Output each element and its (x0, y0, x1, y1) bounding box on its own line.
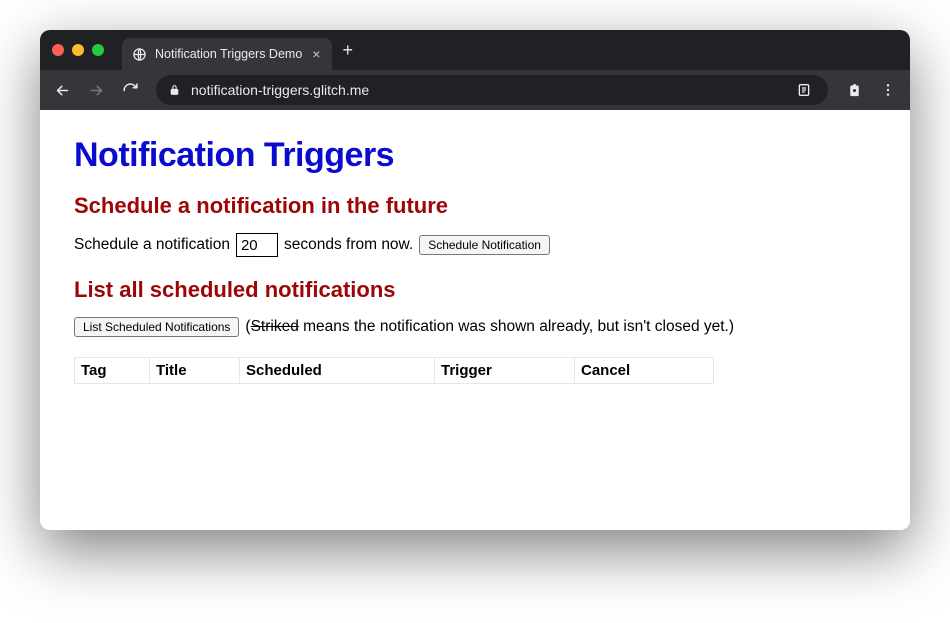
schedule-heading: Schedule a notification in the future (74, 193, 876, 219)
col-scheduled: Scheduled (240, 358, 435, 384)
close-window-button[interactable] (52, 44, 64, 56)
url-text: notification-triggers.glitch.me (191, 82, 782, 98)
close-tab-icon[interactable]: × (310, 47, 322, 61)
page-title: Notification Triggers (74, 136, 876, 175)
globe-icon (132, 47, 147, 62)
tab-strip: Notification Triggers Demo × + (40, 30, 910, 70)
maximize-window-button[interactable] (92, 44, 104, 56)
col-cancel: Cancel (575, 358, 714, 384)
schedule-suffix-text: seconds from now. (284, 236, 413, 254)
forward-button[interactable] (82, 76, 110, 104)
extension-icon[interactable] (840, 76, 868, 104)
list-scheduled-button[interactable]: List Scheduled Notifications (74, 317, 239, 337)
window-controls (52, 44, 104, 56)
lock-icon (168, 84, 181, 97)
browser-window: Notification Triggers Demo × + (40, 30, 910, 530)
list-note: (Striked means the notification was show… (245, 318, 734, 336)
col-title: Title (150, 358, 240, 384)
schedule-notification-button[interactable]: Schedule Notification (419, 235, 550, 255)
browser-toolbar: notification-triggers.glitch.me (40, 70, 910, 110)
list-heading: List all scheduled notifications (74, 277, 876, 303)
reload-button[interactable] (116, 76, 144, 104)
list-row: List Scheduled Notifications (Striked me… (74, 317, 876, 337)
browser-menu-button[interactable] (874, 82, 902, 98)
back-button[interactable] (48, 76, 76, 104)
new-tab-button[interactable]: + (342, 41, 353, 59)
reader-mode-icon[interactable] (792, 78, 816, 102)
minimize-window-button[interactable] (72, 44, 84, 56)
browser-tab[interactable]: Notification Triggers Demo × (122, 38, 332, 70)
tab-title: Notification Triggers Demo (155, 47, 302, 61)
address-bar[interactable]: notification-triggers.glitch.me (156, 75, 828, 105)
col-tag: Tag (75, 358, 150, 384)
striked-word: Striked (251, 318, 299, 335)
schedule-prefix-text: Schedule a notification (74, 236, 230, 254)
col-trigger: Trigger (435, 358, 575, 384)
page-content: Notification Triggers Schedule a notific… (40, 110, 910, 530)
schedule-row: Schedule a notification seconds from now… (74, 233, 876, 257)
seconds-input[interactable] (236, 233, 278, 257)
scheduled-table: Tag Title Scheduled Trigger Cancel (74, 357, 714, 384)
table-header-row: Tag Title Scheduled Trigger Cancel (75, 358, 714, 384)
